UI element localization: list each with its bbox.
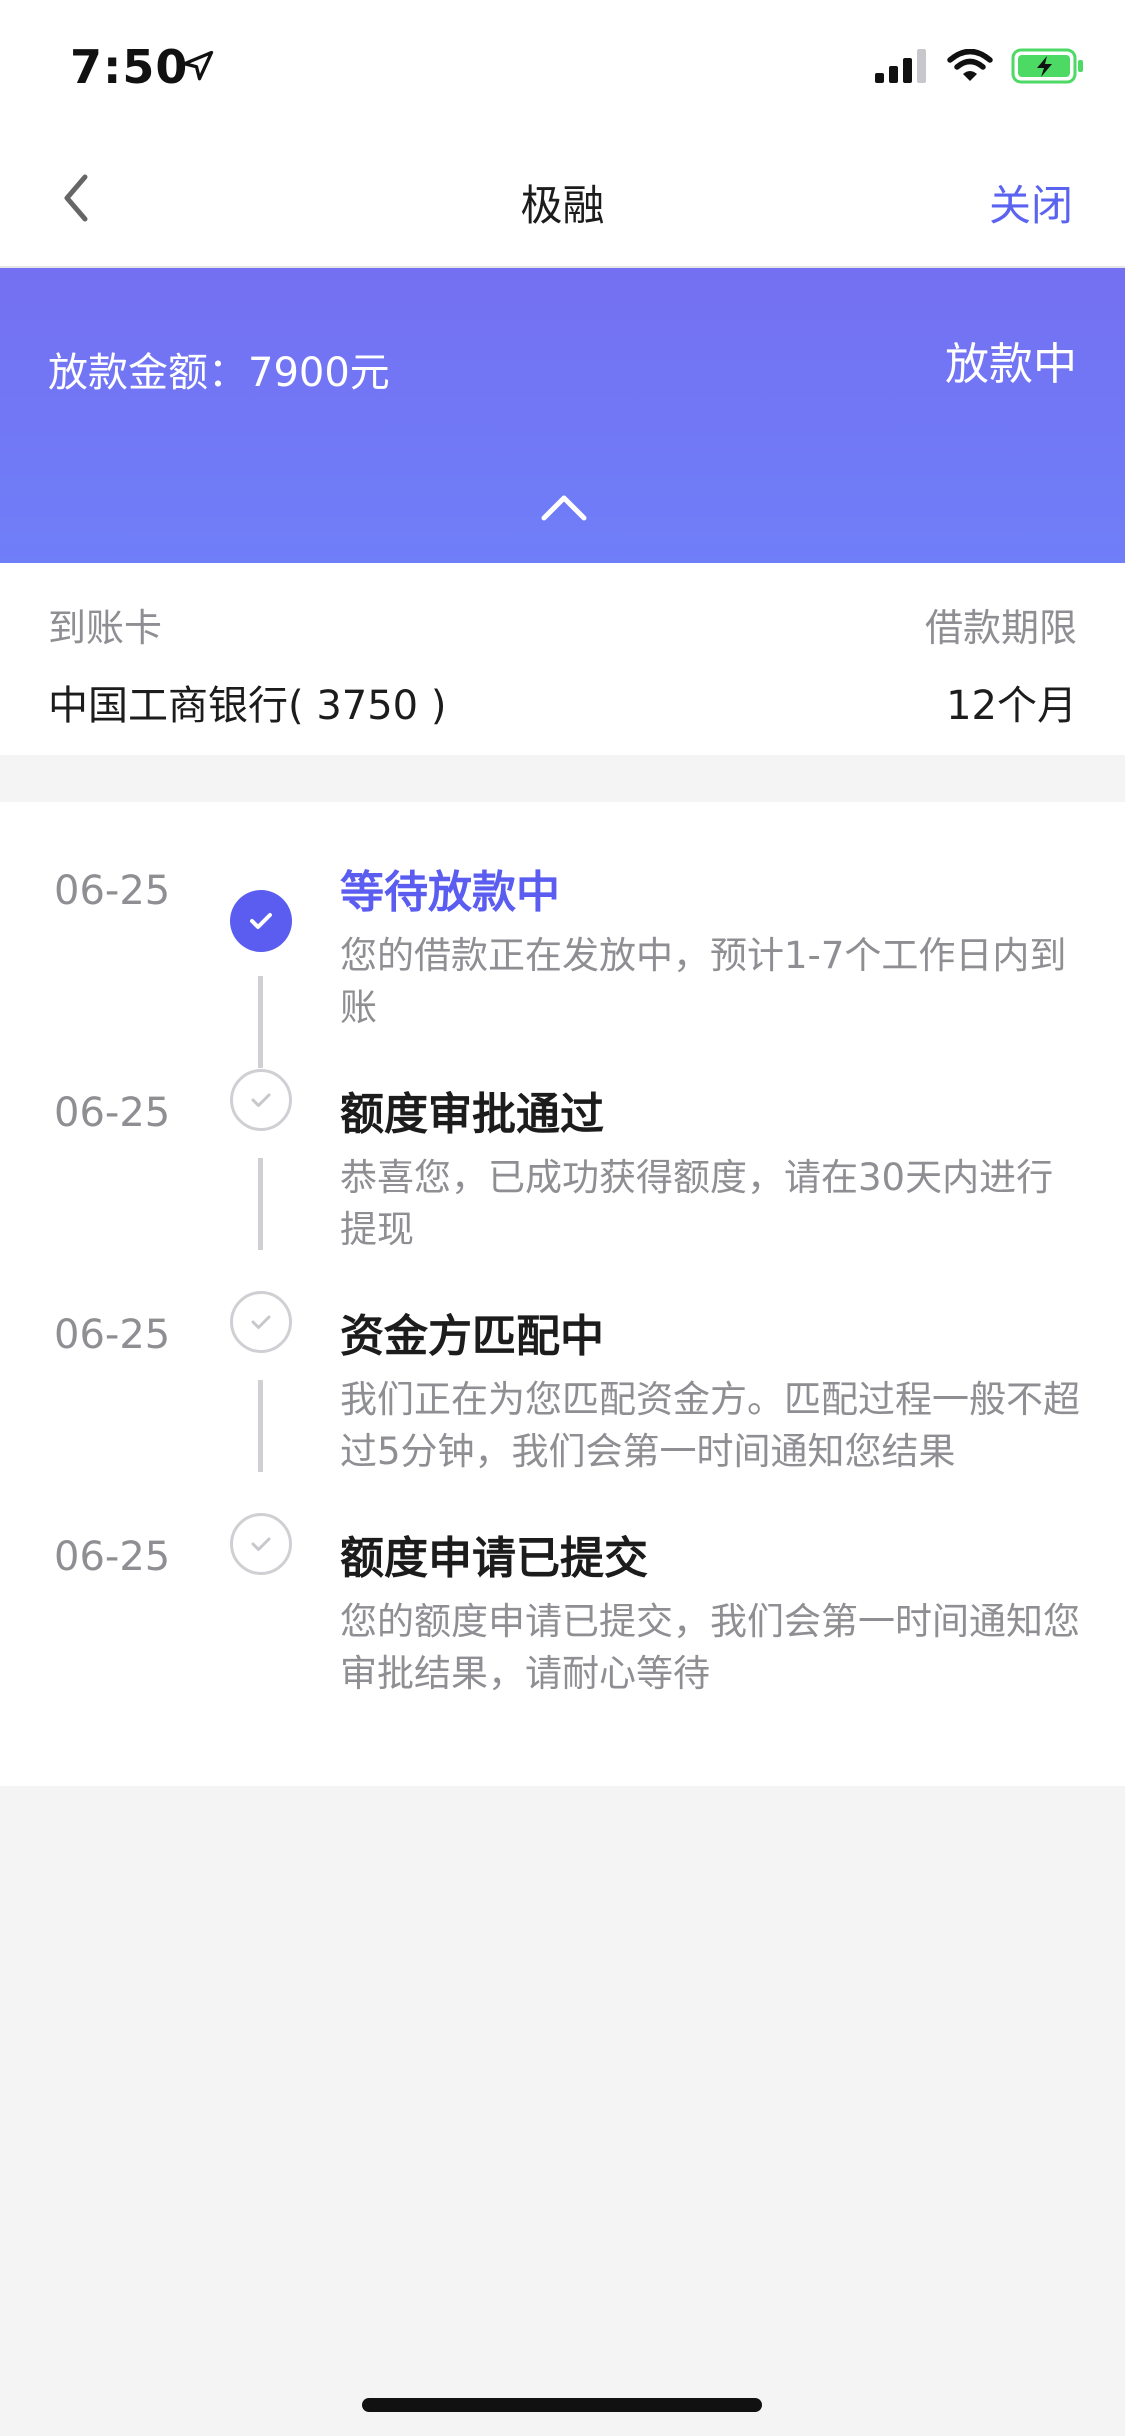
step-date: 06-25: [54, 1090, 171, 1136]
term-value: 12个月: [946, 683, 1077, 729]
signal-icon: [875, 49, 926, 83]
step-description: 您的借款正在发放中，预计1-7个工作日内到账: [340, 934, 1067, 1029]
loan-amount-label: 放款金额：7900元: [48, 350, 390, 396]
status-bar: 7:50: [0, 0, 1125, 132]
step-date: 06-25: [54, 1312, 171, 1358]
term-label: 借款期限: [924, 606, 1077, 650]
check-icon: [230, 1291, 292, 1353]
step-description: 恭喜您，已成功获得额度，请在30天内进行提现: [340, 1156, 1054, 1251]
step-description: 您的额度申请已提交，我们会第一时间通知您审批结果，请耐心等待: [340, 1600, 1080, 1695]
progress-timeline: 06-25 等待放款中 您的借款正在发放中，预计1-7个工作日内到账 06-25…: [0, 802, 1125, 1786]
battery-icon: [1011, 48, 1083, 84]
check-icon: [230, 1069, 292, 1131]
step-title: 资金方匹配中: [340, 1311, 604, 1362]
nav-bar: 极融 关闭: [0, 132, 1125, 268]
step-title: 等待放款中: [340, 867, 560, 918]
step-date: 06-25: [54, 1534, 171, 1580]
step-description: 我们正在为您匹配资金方。匹配过程一般不超过5分钟，我们会第一时间通知您结果: [340, 1378, 1080, 1473]
loan-info-panel: 到账卡 借款期限 中国工商银行( 3750 ) 12个月: [0, 563, 1125, 755]
loan-status-banner: 放款金额：7900元 放款中: [0, 268, 1125, 563]
step-title: 额度申请已提交: [340, 1533, 648, 1584]
loan-status-text: 放款中: [945, 339, 1077, 390]
home-indicator[interactable]: [362, 2398, 762, 2412]
chevron-up-icon[interactable]: [536, 486, 592, 526]
wifi-icon: [947, 49, 993, 81]
card-value: 中国工商银行( 3750 ): [48, 683, 447, 729]
timeline-connector: [258, 1158, 263, 1250]
status-time: 7:50: [70, 40, 189, 94]
close-button[interactable]: 关闭: [989, 172, 1073, 233]
step-date: 06-25: [54, 868, 171, 914]
card-label: 到账卡: [48, 606, 163, 650]
page-title: 极融: [520, 181, 605, 230]
status-icons: [875, 48, 1085, 84]
check-icon: [230, 890, 292, 952]
timeline-connector: [258, 1380, 263, 1472]
timeline-connector: [258, 976, 263, 1068]
check-icon: [230, 1513, 292, 1575]
step-title: 额度审批通过: [340, 1089, 604, 1140]
location-arrow-icon: [182, 50, 214, 81]
